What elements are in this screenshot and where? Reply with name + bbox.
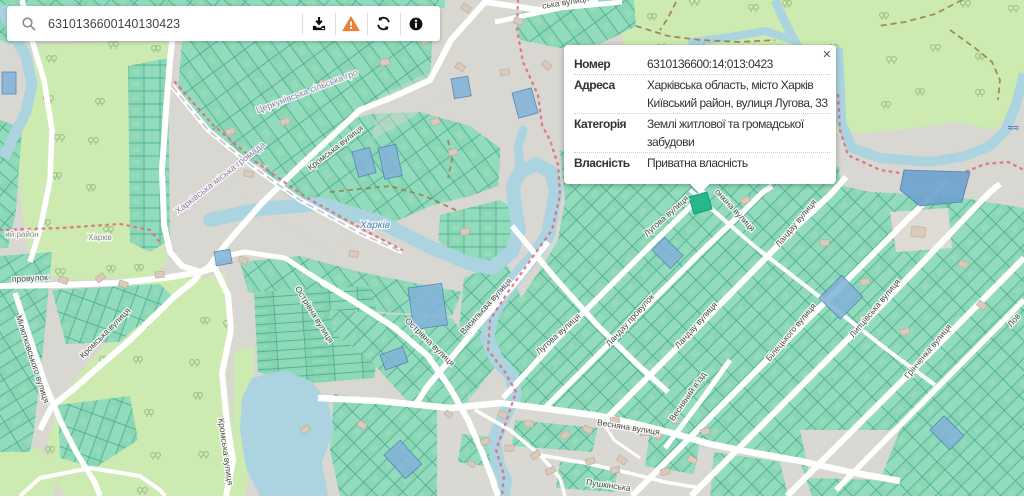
- svg-text:ий район: ий район: [5, 230, 38, 239]
- svg-text:Харків: Харків: [359, 220, 390, 231]
- svg-text:провулок: провулок: [12, 272, 49, 284]
- svg-text:≈≈: ≈≈: [1008, 123, 1019, 134]
- svg-text:Харків: Харків: [88, 233, 112, 242]
